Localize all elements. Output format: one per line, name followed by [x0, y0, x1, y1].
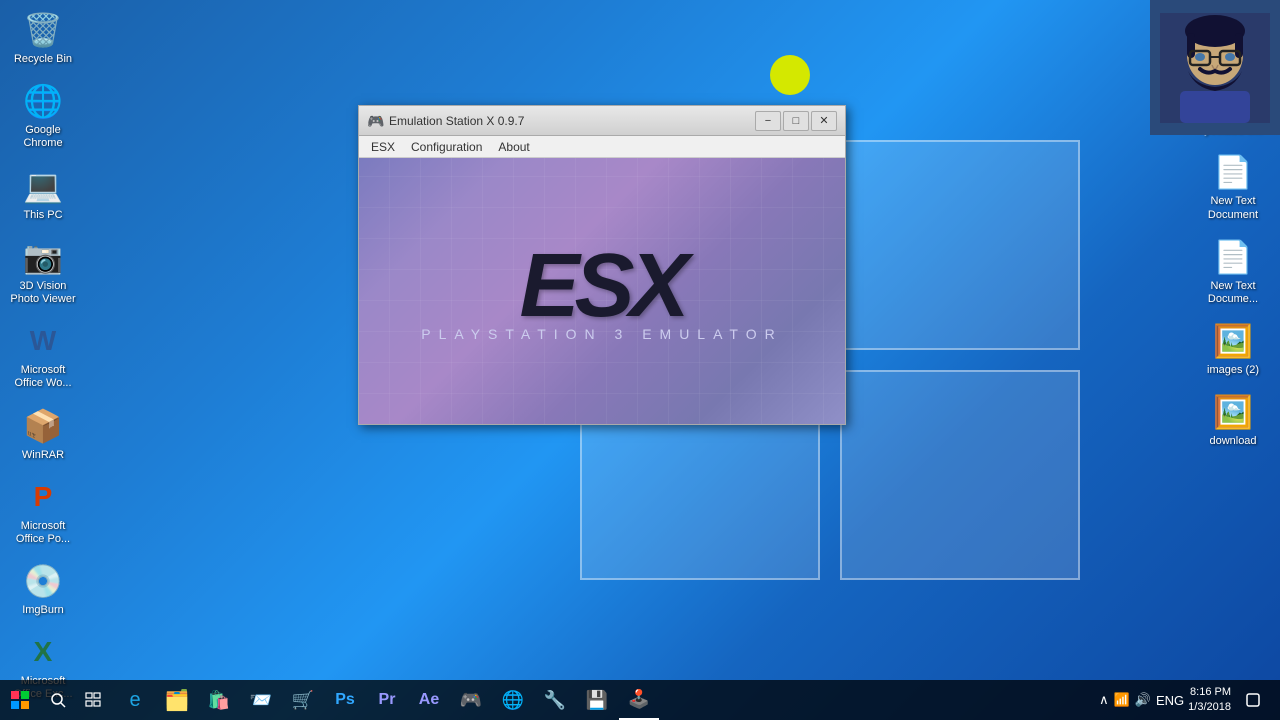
desktop-icon-ms-office-po[interactable]: P Microsoft Office Po...	[5, 472, 81, 551]
taskbar-icon-edge[interactable]: e	[115, 680, 155, 720]
esx-close-button[interactable]: ✕	[811, 111, 837, 131]
taskbar-right: ∧ 📶 🔊 ENG 8:16 PM 1/3/2018	[1099, 680, 1280, 720]
ms-office-po-label: Microsoft Office Po...	[16, 520, 70, 546]
esx-titlebar-title: Emulation Station X 0.9.7	[389, 114, 755, 128]
taskbar: e 🗂️ 🛍️ 📨 🛒 Ps Pr Ae 🎮 🌐 🔧 💾 🕹️ ∧ 📶 🔊 EN…	[0, 680, 1280, 720]
tray-network-icon: 📶	[1114, 692, 1130, 708]
recycle-bin-label: Recycle Bin	[14, 53, 72, 66]
desktop-icon-imgburn[interactable]: 💿 ImgBurn	[5, 556, 81, 622]
esx-minimize-button[interactable]: −	[755, 111, 781, 131]
desktop-icon-3dvision[interactable]: 📷 3D Vision Photo Viewer	[5, 232, 81, 311]
avatar-svg	[1160, 13, 1270, 123]
ms-office-po-icon: P	[23, 477, 63, 517]
desktop-icon-new-text-doc2[interactable]: 📄 New Text Docume...	[1195, 232, 1271, 311]
taskbar-icon-outlook[interactable]: 📨	[241, 680, 281, 720]
taskbar-icon-steam[interactable]: 🕹️	[619, 680, 659, 720]
new-text-doc1-icon: 📄	[1213, 152, 1253, 192]
images2-icon: 🖼️	[1213, 321, 1253, 361]
desktop-icon-winrar[interactable]: 📦 WinRAR	[5, 401, 81, 467]
esx-logo-text: ESX	[421, 241, 782, 331]
taskbar-icon-gaming[interactable]: 🎮	[451, 680, 491, 720]
3dvision-icon: 📷	[23, 237, 63, 277]
download-r-icon: 🖼️	[1213, 392, 1253, 432]
desktop-icon-ms-word[interactable]: W Microsoft Office Wo...	[5, 316, 81, 395]
desktop-icon-download-r[interactable]: 🖼️ download	[1195, 387, 1271, 453]
desktop-icon-this-pc[interactable]: 💻 This PC	[5, 161, 81, 227]
taskbar-icon-amazon[interactable]: 🛒	[283, 680, 323, 720]
taskbar-tray: ∧ 📶 🔊 ENG	[1099, 692, 1184, 708]
esx-content: ESX Playstation 3 Emulator	[359, 158, 845, 424]
winrar-icon: 📦	[23, 406, 63, 446]
desktop-icon-google-chrome[interactable]: 🌐 Google Chrome	[5, 76, 81, 155]
esx-titlebar-controls: − □ ✕	[755, 111, 837, 131]
imgburn-label: ImgBurn	[22, 604, 64, 617]
start-icon	[11, 691, 29, 709]
win-panel-tr	[840, 140, 1080, 350]
desktop-icons-left: 🗑️ Recycle Bin 🌐 Google Chrome 💻 This PC…	[5, 5, 85, 720]
esx-menu-about[interactable]: About	[490, 138, 537, 156]
tray-up-arrow[interactable]: ∧	[1099, 692, 1109, 708]
taskbar-pinned-icons: e 🗂️ 🛍️ 📨 🛒 Ps Pr Ae 🎮 🌐 🔧 💾 🕹️	[115, 680, 659, 720]
taskbar-icon-chrome[interactable]: 🌐	[493, 680, 533, 720]
ms-excel-icon: X	[23, 632, 63, 672]
new-text-doc1-label: New Text Document	[1208, 195, 1258, 221]
google-chrome-icon: 🌐	[23, 81, 63, 121]
user-avatar	[1150, 0, 1280, 135]
images2-label: images (2)	[1207, 364, 1259, 377]
esx-logo-subtitle: Playstation 3 Emulator	[421, 326, 782, 342]
esx-menu-esx[interactable]: ESX	[363, 138, 403, 156]
desktop: 🗑️ Recycle Bin 🌐 Google Chrome 💻 This PC…	[0, 0, 1280, 720]
search-icon	[50, 692, 66, 708]
taskbar-task-view-button[interactable]	[75, 680, 110, 720]
taskbar-icon-file-explorer[interactable]: 🗂️	[157, 680, 197, 720]
esx-maximize-button[interactable]: □	[783, 111, 809, 131]
taskbar-icon-premiere[interactable]: Pr	[367, 680, 407, 720]
this-pc-label: This PC	[23, 209, 62, 222]
desktop-icon-new-text-doc1[interactable]: 📄 New Text Document	[1195, 147, 1271, 226]
notification-icon	[1245, 692, 1261, 708]
ms-word-label: Microsoft Office Wo...	[14, 364, 71, 390]
this-pc-icon: 💻	[23, 166, 63, 206]
win-panel-br	[840, 370, 1080, 580]
taskbar-clock: 8:16 PM 1/3/2018	[1188, 685, 1231, 716]
desktop-icon-images2[interactable]: 🖼️ images (2)	[1195, 316, 1271, 382]
taskbar-date: 1/3/2018	[1188, 700, 1231, 715]
task-view-icon	[85, 692, 101, 708]
recycle-bin-icon: 🗑️	[23, 10, 63, 50]
google-chrome-label: Google Chrome	[10, 124, 76, 150]
imgburn-icon: 💿	[23, 561, 63, 601]
taskbar-icon-disk[interactable]: 💾	[577, 680, 617, 720]
esx-window: 🎮 Emulation Station X 0.9.7 − □ ✕ ESX Co…	[358, 105, 846, 425]
tray-speaker-icon[interactable]: 🔊	[1135, 692, 1151, 708]
taskbar-icon-aftereffects[interactable]: Ae	[409, 680, 449, 720]
ms-word-icon: W	[23, 321, 63, 361]
taskbar-icon-store[interactable]: 🛍️	[199, 680, 239, 720]
esx-titlebar-icon: 🎮	[367, 113, 383, 129]
taskbar-search-button[interactable]	[40, 680, 75, 720]
cursor-indicator	[770, 55, 810, 95]
tray-language: ENG	[1156, 693, 1184, 708]
esx-logo: ESX Playstation 3 Emulator	[421, 241, 782, 342]
taskbar-notification-button[interactable]	[1235, 680, 1270, 720]
download-r-label: download	[1209, 435, 1256, 448]
winrar-label: WinRAR	[22, 449, 64, 462]
3dvision-label: 3D Vision Photo Viewer	[10, 280, 75, 306]
esx-titlebar: 🎮 Emulation Station X 0.9.7 − □ ✕	[359, 106, 845, 136]
new-text-doc2-label: New Text Docume...	[1208, 280, 1258, 306]
desktop-icon-recycle-bin[interactable]: 🗑️ Recycle Bin	[5, 5, 81, 71]
taskbar-start-button[interactable]	[0, 680, 40, 720]
esx-menubar: ESX Configuration About	[359, 136, 845, 158]
esx-menu-configuration[interactable]: Configuration	[403, 138, 490, 156]
taskbar-icon-photoshop[interactable]: Ps	[325, 680, 365, 720]
taskbar-time: 8:16 PM	[1188, 685, 1231, 700]
new-text-doc2-icon: 📄	[1213, 237, 1253, 277]
taskbar-icon-control[interactable]: 🔧	[535, 680, 575, 720]
